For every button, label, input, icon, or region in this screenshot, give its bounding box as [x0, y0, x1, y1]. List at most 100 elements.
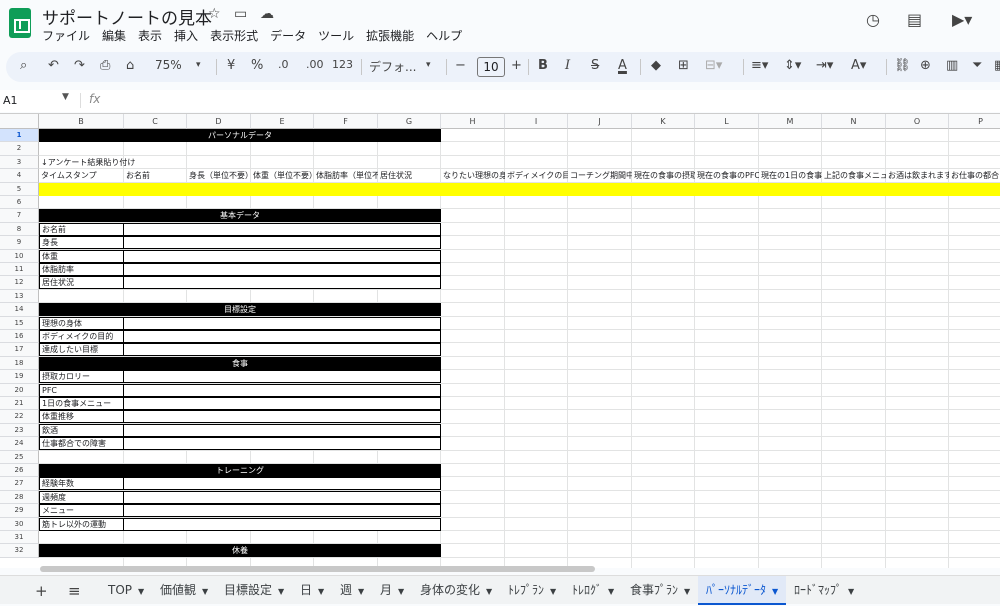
tab-dropdown-icon[interactable]: ▼	[486, 587, 492, 596]
filter-icon[interactable]: ⏷	[972, 58, 982, 73]
history-icon[interactable]: ◷	[866, 10, 880, 29]
sheet-tab[interactable]: 日 ▼	[292, 576, 332, 605]
sheet-tab[interactable]: ﾊﾟｰｿﾅﾙﾃﾞｰﾀ ▼	[698, 576, 787, 605]
increase-font-size-icon[interactable]: +	[511, 58, 522, 73]
menu-tools[interactable]: ツール	[318, 27, 354, 44]
bold-icon[interactable]: B	[538, 58, 548, 73]
column-header[interactable]: M	[759, 114, 822, 129]
field-value-cell[interactable]	[124, 423, 441, 437]
tab-dropdown-icon[interactable]: ▼	[608, 587, 614, 596]
insert-link-icon[interactable]: ⛓	[894, 58, 911, 73]
survey-header-cell[interactable]: コーチング期間中に	[568, 169, 632, 182]
text-wrap-icon[interactable]: ⇥▾	[816, 58, 833, 73]
column-header[interactable]: K	[632, 114, 695, 129]
star-icon[interactable]: ☆	[208, 6, 221, 22]
print-icon[interactable]: ⎙	[100, 58, 110, 73]
zoom-select[interactable]: 75%	[155, 58, 182, 72]
all-sheets-icon[interactable]: ≡	[68, 582, 81, 600]
survey-header-cell[interactable]: ボディメイクの目的	[505, 169, 568, 182]
row-header[interactable]: 8	[0, 222, 39, 237]
row-header[interactable]: 16	[0, 330, 39, 344]
field-value-cell[interactable]	[124, 397, 441, 410]
spreadsheet-grid[interactable]: B C D E F G H I J K L M N O P 1 2 3 4 5 6 7 8 9 10 11 12 13 14 15 16 17…	[0, 113, 1000, 568]
tab-dropdown-icon[interactable]: ▼	[202, 587, 208, 596]
sheet-tab[interactable]: ﾄﾚﾌﾟﾗﾝ ▼	[500, 576, 564, 605]
tab-dropdown-icon[interactable]: ▼	[684, 587, 690, 596]
sheets-logo-icon[interactable]	[9, 8, 31, 38]
name-box-dropdown-icon[interactable]: ▼	[62, 92, 69, 102]
sheet-tab[interactable]: 週 ▼	[332, 576, 372, 605]
field-value-cell[interactable]	[124, 316, 441, 330]
decrease-decimal-button[interactable]: .0	[278, 58, 289, 71]
horizontal-align-icon[interactable]: ≡▾	[751, 58, 768, 73]
row-header[interactable]: 25	[0, 450, 39, 464]
row-header[interactable]: 20	[0, 383, 39, 397]
menu-extensions[interactable]: 拡張機能	[366, 27, 414, 44]
survey-header-cell[interactable]: タイムスタンプ	[39, 169, 124, 182]
row-header[interactable]: 6	[0, 196, 39, 210]
merge-cells-icon[interactable]: ⊟▾	[705, 58, 722, 73]
meet-video-icon[interactable]: ▶▾	[952, 10, 972, 29]
survey-header-cell[interactable]: お仕事の都合	[949, 169, 1000, 182]
borders-icon[interactable]: ⊞	[678, 58, 689, 73]
column-header[interactable]: H	[441, 114, 505, 129]
row-header[interactable]: 19	[0, 370, 39, 384]
column-header[interactable]: L	[695, 114, 759, 129]
row-header[interactable]: 5	[0, 182, 39, 196]
italic-icon[interactable]: I	[565, 58, 570, 73]
tab-dropdown-icon[interactable]: ▼	[278, 587, 284, 596]
menu-data[interactable]: データ	[270, 27, 306, 44]
row-header[interactable]: 27	[0, 477, 39, 491]
horizontal-scrollbar[interactable]	[40, 566, 595, 572]
field-value-cell[interactable]	[124, 236, 441, 250]
text-rotation-icon[interactable]: A▾	[851, 58, 866, 73]
move-folder-icon[interactable]: ▭	[234, 6, 247, 22]
insert-comment-icon[interactable]: ⊕	[920, 58, 931, 73]
filter-views-icon[interactable]: ▦	[994, 58, 1000, 73]
row-header[interactable]: 23	[0, 423, 39, 438]
menu-view[interactable]: 表示	[138, 27, 162, 44]
paint-format-icon[interactable]: ⌂	[126, 58, 134, 73]
row-header[interactable]: 18	[0, 356, 39, 371]
percent-format-button[interactable]: %	[251, 58, 263, 73]
field-value-cell[interactable]	[124, 222, 441, 236]
row-header[interactable]: 1	[0, 129, 39, 143]
survey-header-cell[interactable]: 居住状況	[378, 169, 441, 182]
add-sheet-icon[interactable]: +	[35, 582, 48, 600]
increase-decimal-button[interactable]: .00	[306, 58, 324, 71]
field-value-cell[interactable]	[124, 517, 441, 531]
row-header[interactable]: 26	[0, 464, 39, 478]
field-value-cell[interactable]	[124, 504, 441, 518]
sheet-tab[interactable]: TOP ▼	[100, 576, 152, 605]
sheet-tab[interactable]: 食事ﾌﾟﾗﾝ ▼	[622, 576, 698, 605]
search-menus-icon[interactable]: ⌕	[20, 58, 27, 73]
row-header[interactable]: 30	[0, 517, 39, 531]
column-header[interactable]: N	[822, 114, 886, 129]
name-box[interactable]: A1	[3, 94, 18, 107]
text-color-icon[interactable]: A	[618, 58, 627, 73]
undo-icon[interactable]: ↶	[48, 58, 59, 73]
tab-dropdown-icon[interactable]: ▼	[848, 587, 854, 596]
row-header[interactable]: 12	[0, 276, 39, 290]
field-value-cell[interactable]	[124, 477, 441, 491]
field-value-cell[interactable]	[124, 330, 441, 343]
column-header[interactable]: E	[251, 114, 314, 129]
row-header[interactable]: 24	[0, 437, 39, 451]
tab-dropdown-icon[interactable]: ▼	[772, 587, 778, 596]
tab-dropdown-icon[interactable]: ▼	[138, 587, 144, 596]
survey-header-cell[interactable]: 現在の食事の摂取	[632, 169, 695, 182]
column-header[interactable]: O	[886, 114, 949, 129]
tab-dropdown-icon[interactable]: ▼	[318, 587, 324, 596]
row-header[interactable]: 10	[0, 249, 39, 263]
font-size-input[interactable]: 10	[477, 57, 505, 77]
column-header[interactable]: G	[378, 114, 441, 129]
row-header[interactable]: 2	[0, 142, 39, 156]
row-header[interactable]: 32	[0, 544, 39, 558]
tab-dropdown-icon[interactable]: ▼	[550, 587, 556, 596]
currency-format-button[interactable]: ¥	[227, 58, 235, 73]
field-value-cell[interactable]	[124, 276, 441, 290]
column-header[interactable]: I	[505, 114, 568, 129]
highlighted-row[interactable]	[39, 182, 1000, 196]
menu-insert[interactable]: 挿入	[174, 27, 198, 44]
survey-header-cell[interactable]: なりたい理想の身体	[441, 169, 505, 182]
